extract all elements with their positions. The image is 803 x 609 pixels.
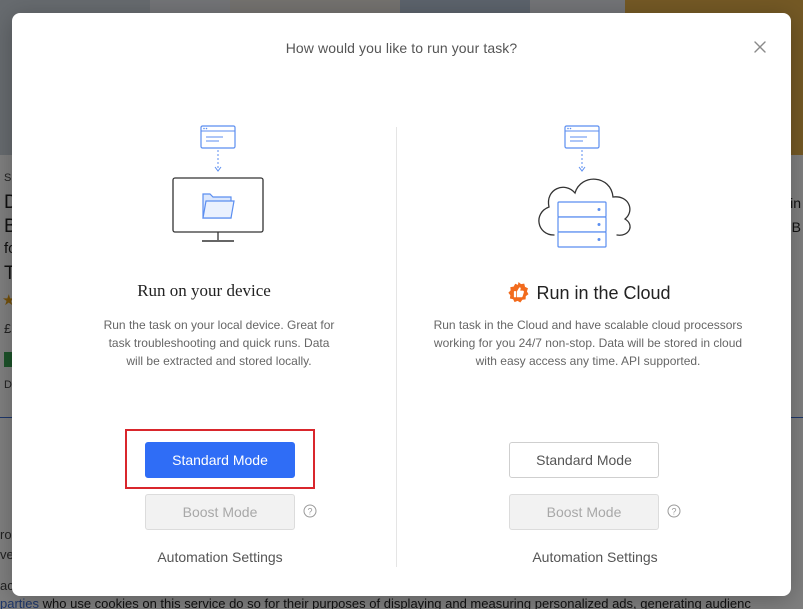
cloud-illustration — [538, 125, 631, 248]
run-task-modal: How would you like to run your task? Run… — [12, 13, 791, 596]
local-run-option: Run on your device Run the task on your … — [12, 13, 396, 596]
folder-icon — [202, 193, 235, 219]
task-window-icon — [564, 125, 600, 149]
task-window-icon — [200, 125, 236, 149]
server-icon — [557, 201, 607, 248]
help-icon[interactable]: ? — [303, 504, 317, 518]
svg-text:?: ? — [307, 506, 312, 516]
local-standard-mode-button[interactable]: Standard Mode — [145, 442, 295, 478]
local-option-description: Run the task on your local device. Great… — [103, 318, 335, 368]
svg-text:?: ? — [671, 506, 676, 516]
cloud-option-title: Run in the Cloud — [397, 281, 781, 304]
local-option-title: Run on your device — [137, 281, 271, 300]
local-boost-mode-button[interactable]: Boost Mode — [145, 494, 295, 530]
cloud-boost-mode-button[interactable]: Boost Mode — [509, 494, 659, 530]
cloud-option-description: Run task in the Cloud and have scalable … — [433, 318, 743, 368]
thumbs-up-badge-icon — [508, 281, 529, 303]
help-icon[interactable]: ? — [667, 504, 681, 518]
local-device-illustration — [172, 125, 264, 242]
cloud-option-title-text: Run in the Cloud — [536, 283, 671, 303]
cloud-standard-mode-button[interactable]: Standard Mode — [509, 442, 659, 478]
cloud-run-option: Run in the Cloud Run task in the Cloud a… — [397, 13, 781, 596]
cloud-automation-settings-link[interactable]: Automation Settings — [397, 549, 781, 565]
local-automation-settings-link[interactable]: Automation Settings — [12, 549, 398, 565]
